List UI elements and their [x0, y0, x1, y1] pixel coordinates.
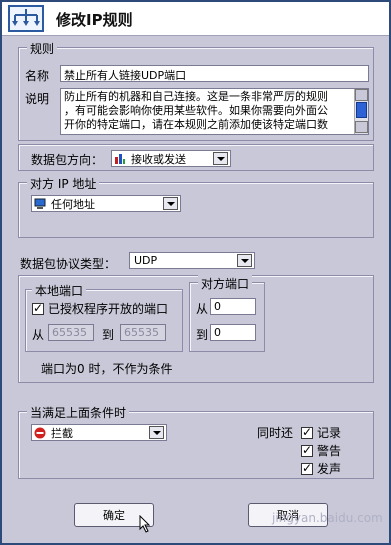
mouse-cursor-icon [139, 515, 151, 533]
authorized-ports-label: 已授权程序开放的端口 [48, 302, 169, 316]
sound-label: 发声 [317, 462, 342, 476]
remote-port-legend: 对方端口 [198, 275, 253, 292]
dialog-body: 规则 名称 禁止所有人链接UDP端口 说明 防止所有的机器和自己连接。这是一条非… [2, 37, 389, 543]
chevron-down-icon[interactable] [237, 254, 252, 267]
authorized-ports-checkbox-row[interactable]: 已授权程序开放的端口 [32, 300, 168, 317]
desc-line: 开你的特定端口，请在本规则之前添加使该特定端口数 [64, 118, 328, 131]
dialog-title: 修改IP规则 [56, 11, 133, 29]
rule-name-input[interactable]: 禁止所有人链接UDP端口 [60, 65, 369, 82]
remote-port-group: 对方端口 从 0 到 0 [189, 275, 265, 352]
remote-from-label: 从 [196, 302, 209, 316]
local-port-group: 本地端口 已授权程序开放的端口 从 65535 到 65535 [25, 282, 183, 352]
local-to-label: 到 [102, 328, 115, 342]
block-icon [34, 427, 46, 438]
warn-checkbox[interactable] [301, 443, 313, 457]
local-from-input[interactable]: 65535 [48, 324, 94, 341]
warn-label: 警告 [317, 444, 342, 458]
remote-ip-group: 对方 IP 地址 任何地址 [18, 175, 374, 238]
authorized-ports-checkbox[interactable] [32, 301, 44, 315]
rule-name-label: 名称 [25, 69, 50, 83]
direction-value: 接收或发送 [131, 152, 186, 166]
title-bar: 修改IP规则 [2, 2, 389, 36]
protocol-label: 数据包协议类型： [20, 257, 117, 271]
action-group: 当满足上面条件时 拦截 同时还 记录 警告 发声 [18, 404, 374, 479]
chevron-down-icon[interactable] [163, 197, 178, 210]
action-value: 拦截 [51, 426, 73, 440]
watermark: jingyan.baidu.com [272, 511, 383, 525]
desc-scrollbar[interactable] [354, 89, 368, 134]
ports-group: 本地端口 已授权程序开放的端口 从 65535 到 65535 对方端口 从 0… [18, 275, 374, 383]
action-select[interactable]: 拦截 [31, 424, 167, 441]
chevron-down-icon[interactable] [213, 152, 228, 165]
remote-ip-value: 任何地址 [51, 197, 95, 211]
scroll-down-button[interactable] [355, 121, 368, 133]
desc-line: 防止所有的机器和自己连接。这是一条非常严厉的规则 [64, 90, 328, 103]
log-label: 记录 [317, 426, 342, 440]
sound-option[interactable]: 发声 [301, 460, 341, 477]
desc-line: ，有可能会影响你使用某些软件。如果你需要向外面公 [64, 104, 328, 117]
network-rule-icon [8, 5, 44, 32]
scroll-thumb[interactable] [356, 102, 367, 118]
local-from-label: 从 [32, 328, 45, 342]
warn-option[interactable]: 警告 [301, 442, 341, 459]
protocol-select[interactable]: UDP [129, 252, 255, 269]
rule-legend: 规则 [27, 40, 58, 57]
log-option[interactable]: 记录 [301, 424, 341, 441]
local-to-input[interactable]: 65535 [120, 324, 166, 341]
edit-ip-rule-dialog: 修改IP规则 规则 名称 禁止所有人链接UDP端口 说明 防止所有的机器和自己连… [0, 0, 391, 545]
also-label: 同时还 [257, 426, 294, 440]
chevron-down-icon[interactable] [149, 426, 164, 439]
direction-group: 数据包方向： 接收或发送 [18, 144, 374, 171]
remote-to-input[interactable]: 0 [210, 324, 256, 341]
remote-ip-legend: 对方 IP 地址 [27, 175, 100, 192]
send-receive-icon [115, 153, 125, 164]
computer-icon [34, 198, 46, 209]
local-port-legend: 本地端口 [32, 282, 87, 299]
sound-checkbox[interactable] [301, 461, 313, 475]
direction-label: 数据包方向： [31, 153, 104, 167]
port-note: 端口为0 时，不作为条件 [41, 362, 173, 376]
rule-desc-label: 说明 [25, 92, 50, 106]
action-legend: 当满足上面条件时 [27, 404, 130, 421]
rule-description-textarea[interactable]: 防止所有的机器和自己连接。这是一条非常严厉的规则 ，有可能会影响你使用某些软件。… [60, 88, 369, 135]
protocol-value: UDP [134, 254, 158, 267]
scroll-up-button[interactable] [355, 89, 368, 101]
remote-from-input[interactable]: 0 [210, 298, 256, 315]
remote-ip-select[interactable]: 任何地址 [31, 195, 181, 212]
direction-select[interactable]: 接收或发送 [111, 150, 231, 167]
log-checkbox[interactable] [301, 425, 313, 439]
remote-to-label: 到 [196, 328, 209, 342]
rule-group: 规则 名称 禁止所有人链接UDP端口 说明 防止所有的机器和自己连接。这是一条非… [18, 40, 374, 141]
